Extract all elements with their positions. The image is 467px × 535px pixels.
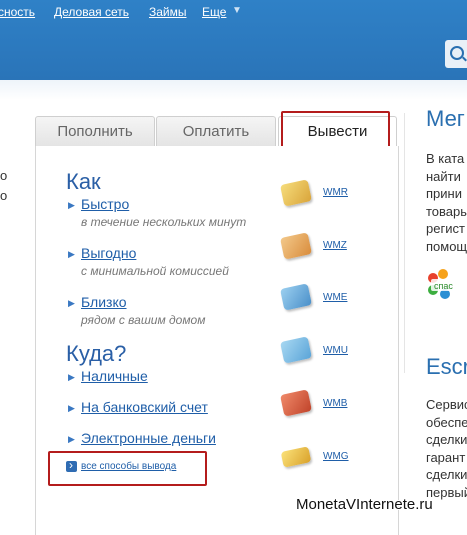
link-near[interactable]: Близко (81, 294, 127, 310)
arrow-icon: ▶ (68, 298, 75, 308)
watermark: MonetaVInternete.ru (296, 496, 433, 513)
right-heading-1[interactable]: Мег (426, 106, 465, 132)
link-bank-account[interactable]: На банковский счет (81, 399, 208, 415)
link-wmu[interactable]: WMU (323, 345, 348, 356)
nav-link-partial[interactable]: сность (0, 5, 35, 19)
link-wmg[interactable]: WMG (323, 451, 349, 462)
nav-link-more[interactable]: Еще (202, 5, 226, 19)
how-heading: Как (66, 169, 101, 194)
nav-link-loans[interactable]: Займы (149, 5, 187, 19)
near-subtitle: рядом с вашим домом (81, 313, 206, 327)
search-icon (450, 46, 464, 60)
header-stripe (0, 80, 467, 100)
highlight-box-all-methods (48, 451, 207, 486)
left-cut-line: о (0, 168, 8, 183)
left-cut-line: о (0, 188, 8, 203)
link-fast[interactable]: Быстро (81, 196, 129, 212)
column-divider (404, 113, 405, 373)
fast-subtitle: в течение нескольких минут (81, 215, 247, 229)
chevron-down-icon[interactable]: ▼ (232, 5, 242, 16)
arrow-icon: ▶ (68, 372, 75, 382)
highlight-box-tab (281, 111, 390, 151)
arrow-icon: ▶ (68, 249, 75, 259)
link-cash[interactable]: Наличные (81, 368, 148, 384)
link-cheap[interactable]: Выгодно (81, 245, 136, 261)
link-wmz[interactable]: WMZ (323, 240, 347, 251)
nav-link-business-network[interactable]: Деловая сеть (54, 5, 129, 19)
top-header: сность Деловая сеть Займы Еще ▼ (0, 0, 467, 80)
link-wmr[interactable]: WMR (323, 187, 348, 198)
arrow-icon: ▶ (68, 403, 75, 413)
link-emoney[interactable]: Электронные деньги (81, 430, 216, 446)
arrow-icon: ▶ (68, 200, 75, 210)
link-wme[interactable]: WME (323, 292, 347, 303)
search-button[interactable] (445, 40, 467, 68)
right-heading-2[interactable]: Escr (426, 354, 467, 380)
where-heading: Куда? (66, 341, 127, 366)
right-text-2: Сервис обеспе сделки гарант сделки первы… (426, 397, 467, 500)
left-cut-text: о о (0, 166, 7, 206)
cheap-subtitle: с минимальной комиссией (81, 264, 229, 278)
tab-deposit[interactable]: Пополнить (35, 116, 155, 146)
right-text-1: В ката найти прини товары регист помощ (426, 151, 467, 254)
arrow-icon: ▶ (68, 434, 75, 444)
partner-logo-icon: спас (428, 269, 467, 299)
tab-pay[interactable]: Оплатить (156, 116, 276, 146)
link-wmb[interactable]: WMB (323, 398, 347, 409)
logo-text: спас (434, 281, 453, 291)
